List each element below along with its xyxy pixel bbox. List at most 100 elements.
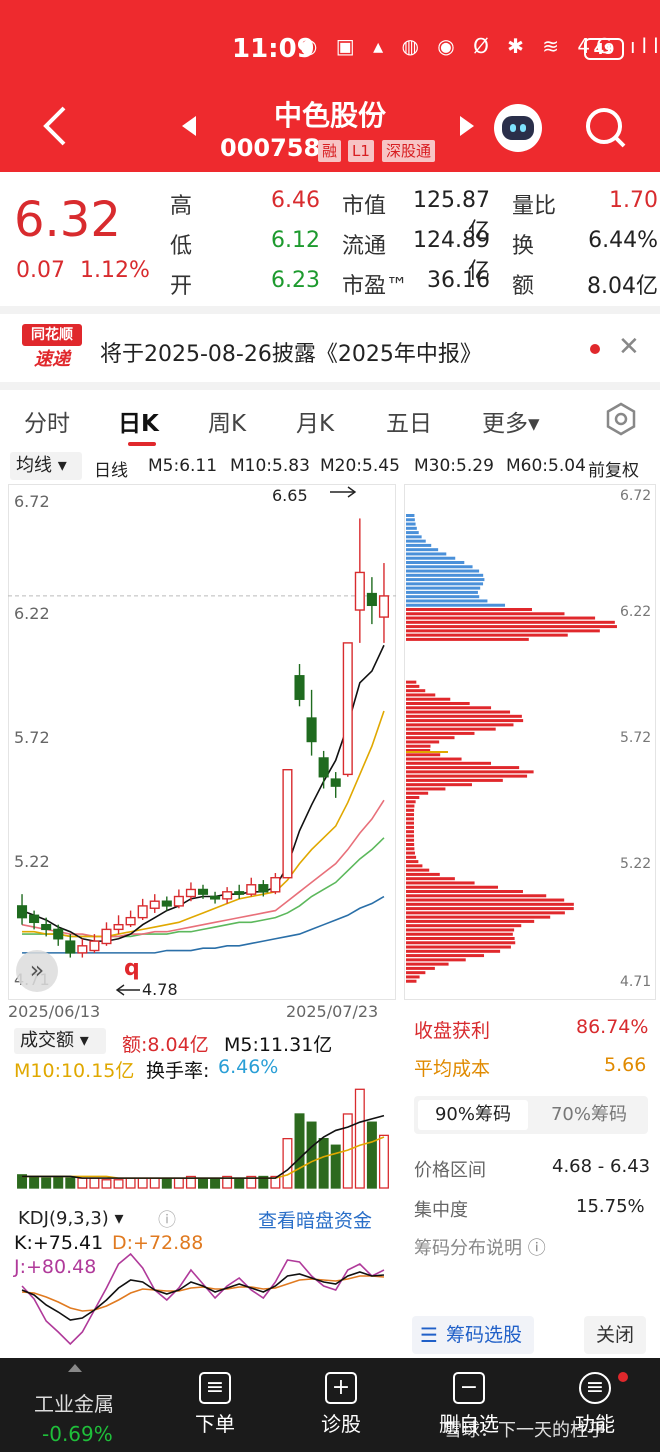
- chip-bar: [406, 838, 415, 842]
- volume-ma10-line: [22, 1136, 385, 1179]
- chip-90-button[interactable]: 90%筹码: [418, 1100, 528, 1130]
- tab-monthly-k[interactable]: 月K: [296, 404, 334, 438]
- diagnose-label: 诊股: [321, 1412, 361, 1436]
- indicator-selector[interactable]: 均线 ▾: [10, 452, 82, 480]
- volume-bar: [330, 1144, 341, 1189]
- kdj-k-line: [21, 1271, 385, 1321]
- volume-bar: [125, 1177, 136, 1189]
- chip-bar: [406, 804, 415, 808]
- chip-bar: [406, 625, 617, 629]
- ma-line-m20: [21, 799, 385, 938]
- chip-bar: [406, 539, 426, 543]
- list-icon: ☰: [420, 1323, 438, 1347]
- chip-bar: [406, 919, 535, 923]
- volume-bar: [161, 1177, 172, 1189]
- kline-chart[interactable]: [8, 484, 396, 1000]
- q-marker: q: [124, 956, 140, 981]
- chip-explain-link[interactable]: 筹码分布说明 ⓘ: [414, 1234, 546, 1260]
- quote-value: 6.46: [271, 188, 320, 213]
- chip-bar: [406, 928, 515, 932]
- tab-intraday[interactable]: 分时: [24, 404, 70, 438]
- y-axis-label: 5.22: [14, 852, 50, 871]
- ma10-value: M10:5.83: [230, 456, 310, 476]
- volume-bar: [101, 1179, 112, 1189]
- chip-bar: [406, 937, 515, 940]
- order-button[interactable]: ≡ 下单: [160, 1358, 270, 1452]
- last-price: 6.32: [14, 192, 121, 248]
- candle: [222, 891, 233, 900]
- chip-bar: [406, 740, 440, 744]
- prev-stock-button[interactable]: [182, 116, 196, 136]
- candle: [282, 769, 293, 879]
- volume-bar: [378, 1134, 389, 1189]
- tab-more[interactable]: 更多▾: [482, 404, 540, 438]
- chip-bar: [406, 894, 547, 898]
- chip-bar: [406, 689, 426, 693]
- tag-level1: L1: [348, 140, 374, 162]
- news-headline[interactable]: 将于2025-08-26披露《2025年中报》: [100, 336, 482, 368]
- diagnose-button[interactable]: + 诊股: [286, 1358, 396, 1452]
- candle: [306, 717, 317, 743]
- chip-bar: [406, 569, 480, 573]
- chip-bar: [406, 868, 430, 872]
- chip-bar: [406, 872, 440, 876]
- kdj-indicator-selector[interactable]: KDJ(9,3,3) ▾: [14, 1206, 146, 1232]
- chip-select-stock-button[interactable]: ☰ 筹码选股: [412, 1316, 534, 1354]
- chip-bar: [406, 706, 492, 710]
- caret-up-icon: [68, 1364, 82, 1372]
- next-stock-button[interactable]: [460, 116, 474, 136]
- search-button[interactable]: [584, 106, 628, 150]
- assistant-robot-icon[interactable]: [494, 104, 542, 152]
- chip-bar: [406, 710, 511, 714]
- volume-indicator-selector[interactable]: 成交额 ▾: [14, 1028, 106, 1054]
- app-root: 11:09 ◐ ▣ ▴ ◍ ◉ Ø ✱ ≋ 4G ıll 49 中色股份 000…: [0, 0, 660, 1452]
- chip-bar: [406, 586, 481, 590]
- avg-cost-label: 平均成本: [414, 1058, 491, 1080]
- tab-five-day[interactable]: 五日: [386, 404, 432, 438]
- ma30-value: M30:5.29: [414, 456, 494, 476]
- chart-settings-button[interactable]: [604, 402, 638, 436]
- candle: [173, 895, 184, 907]
- tab-weekly-k[interactable]: 周K: [208, 404, 246, 438]
- chip-bar: [406, 915, 551, 919]
- ma-line-m10: [22, 710, 385, 938]
- chip-70-button[interactable]: 70%筹码: [534, 1100, 644, 1130]
- chip-bar: [406, 770, 534, 774]
- quote-value: 6.12: [271, 228, 320, 253]
- unread-dot: [590, 344, 600, 354]
- chip-range-toggle: 90%筹码 70%筹码: [414, 1096, 648, 1134]
- chip-close-button[interactable]: 关闭: [584, 1316, 646, 1354]
- back-button[interactable]: [40, 104, 80, 148]
- volume-bar: [354, 1088, 365, 1189]
- sector-name[interactable]: 工业金属: [34, 1388, 114, 1417]
- candle: [161, 900, 172, 907]
- chip-bar: [406, 800, 416, 804]
- scroll-left-button[interactable]: »: [16, 950, 58, 992]
- chip-bar: [406, 552, 447, 556]
- chip-bar: [406, 979, 417, 983]
- quote-value: 6.44%: [588, 228, 658, 253]
- tab-daily-k[interactable]: 日K: [118, 404, 159, 438]
- price-change-pct: 1.12%: [80, 258, 150, 283]
- kdj-d-line: [21, 1275, 385, 1312]
- chip-bar: [406, 680, 417, 684]
- dark-pool-link[interactable]: 查看暗盘资金: [258, 1206, 372, 1233]
- quote-label: 额: [512, 274, 535, 299]
- volume-bar: [149, 1177, 160, 1189]
- help-icon[interactable]: ⓘ: [158, 1206, 176, 1232]
- chip-select-label: 筹码选股: [446, 1324, 523, 1346]
- news-close-icon[interactable]: ✕: [618, 334, 640, 360]
- notification-dot: [618, 1372, 628, 1382]
- stock-name: 中色股份: [273, 99, 386, 132]
- candle: [330, 778, 341, 787]
- y-axis-label: 5.72: [14, 728, 50, 747]
- chip-bar: [406, 766, 520, 770]
- chip-axis-label: 5.72: [620, 730, 652, 746]
- profit-ratio-value: 86.74%: [576, 1016, 649, 1038]
- chip-axis-label: 6.72: [620, 488, 652, 504]
- candle: [65, 940, 76, 954]
- adjust-mode[interactable]: 前复权: [588, 456, 639, 481]
- chip-bar: [406, 958, 466, 962]
- low-marker-label: 4.78: [142, 980, 178, 999]
- concentration-value: 15.75%: [576, 1196, 645, 1217]
